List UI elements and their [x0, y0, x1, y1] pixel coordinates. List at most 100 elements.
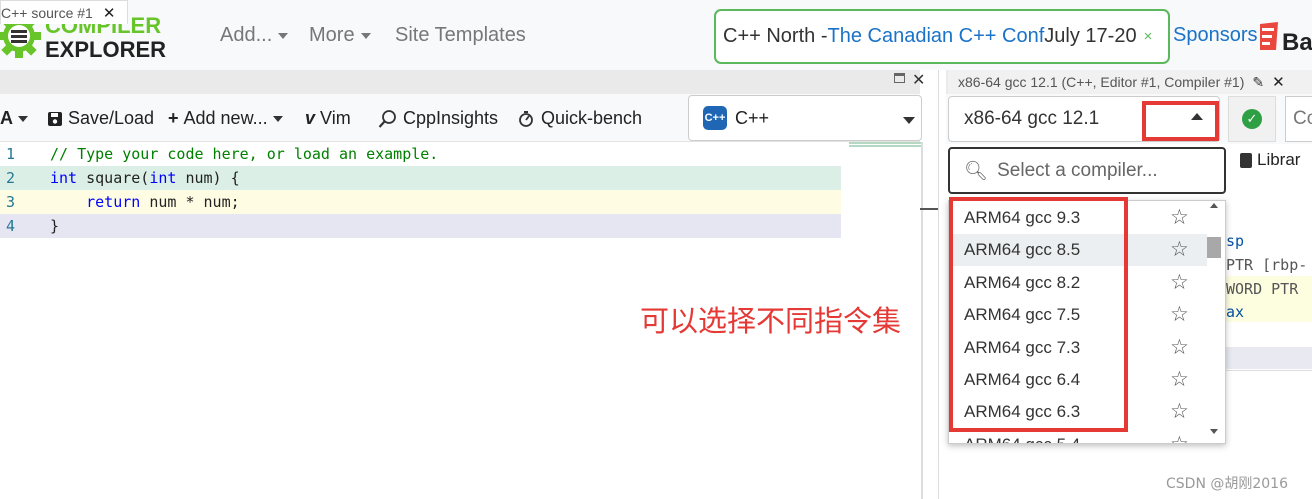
- star-icon[interactable]: ☆: [1170, 367, 1189, 392]
- tab-compiler[interactable]: x86-64 gcc 12.1 (C++, Editor #1, Compile…: [948, 70, 1312, 94]
- maximize-icon[interactable]: [894, 73, 905, 83]
- pane-splitter[interactable]: [938, 70, 946, 499]
- scroll-down-icon[interactable]: [1210, 429, 1218, 434]
- code-text: return num * num;: [50, 193, 240, 211]
- scroll-up-icon[interactable]: [1210, 203, 1218, 208]
- add-menu[interactable]: Add...: [220, 24, 289, 47]
- caret-down-icon: [360, 32, 371, 39]
- code-token: square(: [77, 169, 150, 187]
- code-text: // Type your code here, or load an examp…: [50, 145, 438, 163]
- font-size-button[interactable]: A: [0, 108, 28, 129]
- asm-highlight: [1220, 347, 1312, 369]
- add-new-label: Add new...: [183, 108, 268, 128]
- pane-close-icon[interactable]: ✕: [912, 70, 925, 90]
- quick-bench-label: Quick-bench: [541, 108, 643, 128]
- line-number: 1: [6, 145, 16, 163]
- sponsors-link[interactable]: Sponsors: [1173, 24, 1258, 47]
- plus-icon: +: [168, 108, 179, 128]
- code-line[interactable]: 3 return num * num;: [0, 190, 841, 214]
- tab-label: C++ source #1: [1, 4, 93, 21]
- code-text: int square(int num) {: [50, 169, 240, 187]
- cpp-logo-icon: C++: [703, 106, 727, 130]
- editor-minimap[interactable]: [849, 142, 921, 150]
- star-icon[interactable]: ☆: [1170, 399, 1189, 424]
- code-token: int: [50, 169, 78, 187]
- language-label: C++: [735, 107, 770, 128]
- book-icon: [1240, 152, 1252, 168]
- language-select[interactable]: C++ C++: [688, 95, 922, 141]
- search-placeholder: Select a compiler...: [997, 159, 1158, 181]
- add-new-button[interactable]: + Add new...: [168, 108, 283, 129]
- vim-label: Vim: [320, 108, 351, 128]
- divider: [1220, 370, 1312, 371]
- star-icon[interactable]: ☆: [1170, 237, 1189, 262]
- tab-close-icon[interactable]: ✕: [103, 4, 116, 22]
- banner-conf-link[interactable]: The Canadian C++ Conf: [827, 25, 1044, 48]
- caret-highlight-box: [1142, 101, 1219, 141]
- assembly-output[interactable]: sp PTR [rbp- WORD PTR ax: [1220, 200, 1312, 350]
- editor-scrollbar[interactable]: [921, 142, 923, 499]
- code-line[interactable]: 2 int square(int num) {: [0, 166, 841, 190]
- caret-down-icon: [272, 115, 283, 122]
- dropdown-scrollbar[interactable]: [1206, 200, 1224, 443]
- star-icon[interactable]: ☆: [1170, 302, 1189, 327]
- libraries-button[interactable]: Librar: [1240, 150, 1300, 170]
- asm-line: ax: [1226, 303, 1245, 321]
- scroll-marker: [920, 208, 938, 210]
- compiler-search-input[interactable]: 🔍︎ Select a compiler...: [948, 147, 1226, 194]
- caret-down-icon: [903, 117, 915, 124]
- star-icon[interactable]: ☆: [1170, 335, 1189, 360]
- save-load-button[interactable]: Save/Load: [47, 108, 154, 129]
- code-token: num) {: [176, 169, 240, 187]
- code-line[interactable]: 4}: [0, 214, 841, 238]
- compiler-option-label: ARM64 gcc 5.4: [964, 435, 1080, 443]
- save-load-label: Save/Load: [68, 108, 155, 128]
- top-navbar: COMPILER EXPLORER Add... More Site Templ…: [0, 0, 1312, 70]
- star-icon[interactable]: ☆: [1170, 432, 1189, 443]
- font-icon: A: [0, 108, 13, 128]
- asm-line: sp: [1226, 232, 1245, 250]
- star-icon[interactable]: ☆: [1170, 270, 1189, 295]
- tab-cpp-source[interactable]: C++ source #1 ✕: [0, 0, 128, 24]
- check-circle-icon: ✓: [1242, 109, 1262, 129]
- conference-banner: C++ North - The Canadian C++ Conf July 1…: [714, 9, 1170, 64]
- caret-down-icon: [18, 115, 28, 122]
- asm-line: WORD PTR: [1226, 280, 1299, 298]
- editor-tab-bar: [0, 70, 920, 94]
- search-icon: 🔍︎: [964, 160, 989, 182]
- vim-icon: v: [305, 108, 316, 128]
- vim-toggle[interactable]: v Vim: [305, 108, 351, 129]
- compile-status-button[interactable]: ✓: [1228, 96, 1276, 142]
- code-text: }: [50, 217, 59, 235]
- cppinsights-button[interactable]: CppInsights: [378, 108, 498, 129]
- code-line[interactable]: 1 // Type your code here, or load an exam…: [0, 142, 841, 166]
- line-number: 3: [6, 193, 16, 211]
- code-token: // Type your code here, or load an examp…: [50, 145, 439, 163]
- site-templates-link[interactable]: Site Templates: [395, 24, 526, 47]
- annotation-text: 可以选择不同指令集: [640, 304, 902, 338]
- svg-text:Ba: Ba: [1282, 29, 1312, 54]
- compiler-options-label: Co: [1293, 108, 1312, 129]
- more-menu[interactable]: More: [309, 24, 371, 47]
- quick-bench-button[interactable]: Quick-bench: [516, 108, 642, 129]
- stopwatch-icon: [519, 110, 533, 127]
- banner-close-icon[interactable]: ×: [1144, 28, 1153, 45]
- code-token: return: [86, 193, 141, 211]
- tab-close-icon[interactable]: ✕: [1272, 73, 1285, 91]
- compiler-selected-label: x86-64 gcc 12.1: [964, 108, 1100, 129]
- svg-text:EXPLORER: EXPLORER: [45, 37, 166, 62]
- banner-suffix: July 17-20: [1044, 25, 1137, 47]
- scroll-thumb[interactable]: [1207, 237, 1221, 258]
- caret-up-icon[interactable]: [1191, 113, 1203, 120]
- list-highlight-box: [949, 197, 1128, 432]
- compiler-options-input[interactable]: Co: [1285, 96, 1312, 142]
- code-token: num * num;: [140, 193, 240, 211]
- magnifier-icon: [378, 109, 396, 128]
- pencil-icon[interactable]: ✎: [1252, 74, 1264, 91]
- line-number: 4: [6, 217, 16, 235]
- star-icon[interactable]: ☆: [1170, 205, 1189, 230]
- line-number: 2: [6, 169, 16, 187]
- sponsor-logo[interactable]: Ba: [1258, 20, 1312, 54]
- banner-prefix: C++ North -: [723, 25, 828, 47]
